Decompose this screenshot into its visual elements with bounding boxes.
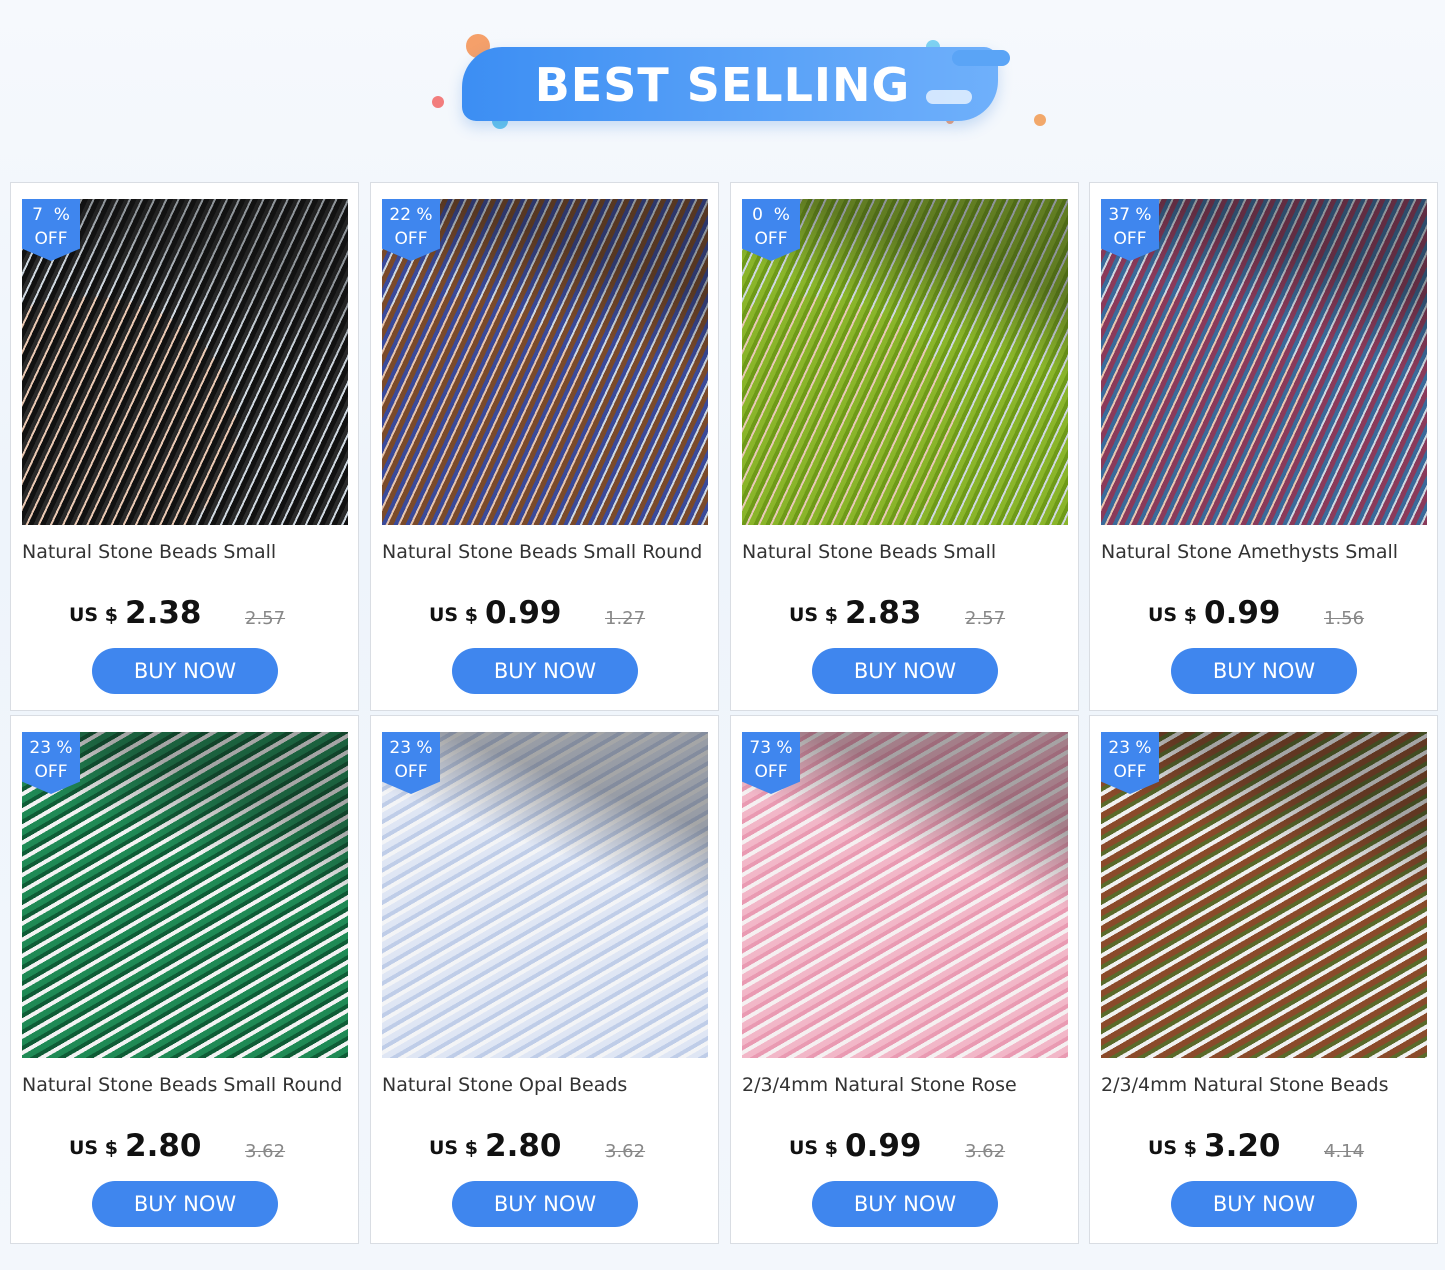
product-card[interactable]: 37 % OFF Natural Stone Amethysts Small US $… — [1089, 182, 1438, 711]
product-title[interactable]: Natural Stone Beads Small — [22, 541, 352, 563]
discount-badge: 37 % OFF — [1101, 199, 1159, 261]
price-currency: US $ — [69, 604, 118, 626]
banner-header: BEST SELLING — [0, 0, 1445, 170]
product-card[interactable]: 23 % OFF Natural Stone Opal Beads US $ 2.80 3… — [370, 715, 719, 1244]
product-title[interactable]: 2/3/4mm Natural Stone Rose — [742, 1074, 1072, 1096]
price-currency: US $ — [429, 604, 478, 626]
discount-off-label: OFF — [1113, 762, 1147, 782]
product-card[interactable]: 0 % OFF Natural Stone Beads Small US $ 2.83 2… — [730, 182, 1079, 711]
price-current: 0.99 — [485, 595, 562, 631]
product-title[interactable]: Natural Stone Beads Small Round — [22, 1074, 352, 1096]
discount-badge: 23 % OFF — [22, 732, 80, 794]
product-title[interactable]: Natural Stone Amethysts Small — [1101, 541, 1431, 563]
product-title[interactable]: Natural Stone Opal Beads — [382, 1074, 712, 1096]
price-original: 3.62 — [605, 1141, 646, 1162]
discount-percent: 23 % — [389, 738, 433, 758]
product-title[interactable]: Natural Stone Beads Small — [742, 541, 1072, 563]
discount-percent: 0 % — [752, 205, 790, 225]
price-original: 4.14 — [1324, 1141, 1365, 1162]
price-current: 2.80 — [125, 1128, 202, 1164]
discount-badge: 0 % OFF — [742, 199, 800, 261]
discount-off-label: OFF — [754, 762, 788, 782]
discount-off-label: OFF — [1113, 229, 1147, 249]
product-card[interactable]: 22 % OFF Natural Stone Beads Small Round US… — [370, 182, 719, 711]
buy-now-button[interactable]: BUY NOW — [92, 1181, 278, 1227]
discount-off-label: OFF — [394, 229, 428, 249]
product-card[interactable]: 73 % OFF 2/3/4mm Natural Stone Rose US $ 0.9… — [730, 715, 1079, 1244]
discount-badge: 73 % OFF — [742, 732, 800, 794]
price-original: 2.57 — [965, 608, 1006, 629]
product-card[interactable]: 23 % OFF Natural Stone Beads Small Round US… — [10, 715, 359, 1244]
discount-badge: 22 % OFF — [382, 199, 440, 261]
product-card[interactable]: 23 % OFF 2/3/4mm Natural Stone Beads US $ 3.… — [1089, 715, 1438, 1244]
price-current: 2.83 — [845, 595, 922, 631]
price-current: 0.99 — [1204, 595, 1281, 631]
buy-now-button[interactable]: BUY NOW — [812, 648, 998, 694]
price-current: 3.20 — [1204, 1128, 1281, 1164]
buy-now-button[interactable]: BUY NOW — [1171, 1181, 1357, 1227]
discount-off-label: OFF — [754, 229, 788, 249]
price-current: 2.80 — [485, 1128, 562, 1164]
discount-percent: 7 % — [32, 205, 70, 225]
product-title[interactable]: Natural Stone Beads Small Round — [382, 541, 712, 563]
price-currency: US $ — [789, 1137, 838, 1159]
product-title[interactable]: 2/3/4mm Natural Stone Beads — [1101, 1074, 1431, 1096]
price-current: 0.99 — [845, 1128, 922, 1164]
discount-badge: 23 % OFF — [1101, 732, 1159, 794]
discount-off-label: OFF — [34, 229, 68, 249]
decor-dot — [1034, 114, 1046, 126]
price-currency: US $ — [789, 604, 838, 626]
discount-percent: 37 % — [1108, 205, 1152, 225]
discount-percent: 22 % — [389, 205, 433, 225]
discount-badge: 7 % OFF — [22, 199, 80, 261]
buy-now-button[interactable]: BUY NOW — [812, 1181, 998, 1227]
product-card[interactable]: 7 % OFF Natural Stone Beads Small US $ 2.38 2… — [10, 182, 359, 711]
buy-now-button[interactable]: BUY NOW — [92, 648, 278, 694]
price-original: 1.56 — [1324, 608, 1365, 629]
discount-percent: 73 % — [749, 738, 793, 758]
price-original: 3.62 — [965, 1141, 1006, 1162]
buy-now-button[interactable]: BUY NOW — [1171, 648, 1357, 694]
price-original: 1.27 — [605, 608, 646, 629]
price-currency: US $ — [1148, 1137, 1197, 1159]
price-original: 3.62 — [245, 1141, 286, 1162]
price-current: 2.38 — [125, 595, 202, 631]
discount-off-label: OFF — [394, 762, 428, 782]
page-title: BEST SELLING — [534, 58, 911, 112]
price-currency: US $ — [429, 1137, 478, 1159]
discount-off-label: OFF — [34, 762, 68, 782]
discount-percent: 23 % — [1108, 738, 1152, 758]
discount-badge: 23 % OFF — [382, 732, 440, 794]
price-currency: US $ — [69, 1137, 118, 1159]
price-currency: US $ — [1148, 604, 1197, 626]
price-original: 2.57 — [245, 608, 286, 629]
buy-now-button[interactable]: BUY NOW — [452, 1181, 638, 1227]
buy-now-button[interactable]: BUY NOW — [452, 648, 638, 694]
discount-percent: 23 % — [29, 738, 73, 758]
